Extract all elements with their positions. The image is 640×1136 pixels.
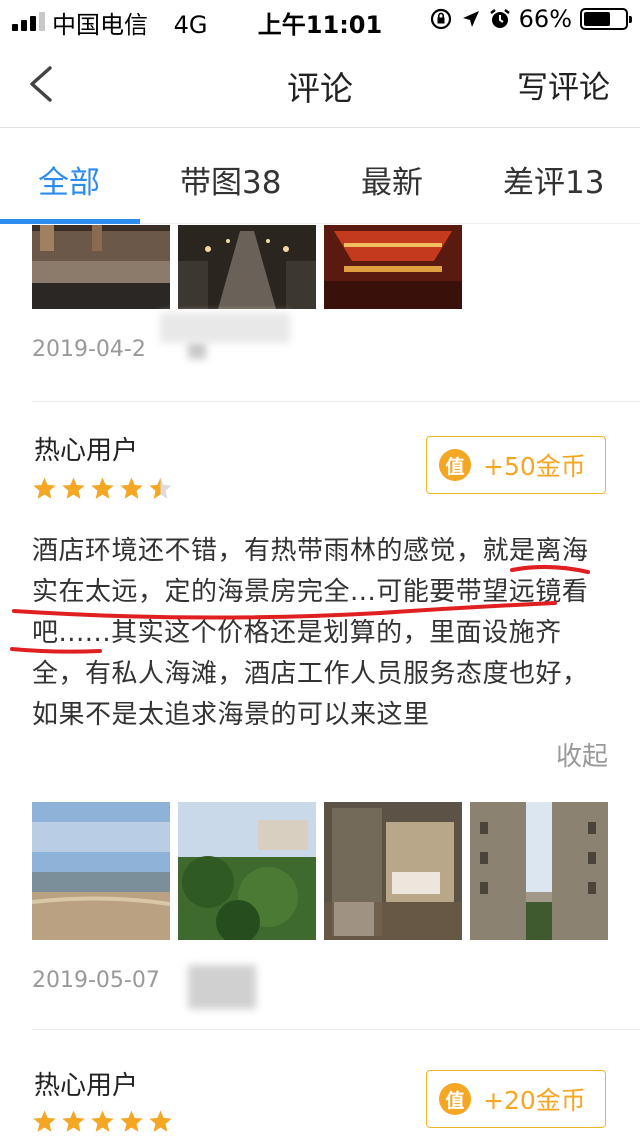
review-photo[interactable]: [324, 225, 462, 309]
star-icon: [120, 477, 143, 499]
star-icon: [149, 477, 172, 499]
battery-percent: 66%: [518, 5, 572, 33]
review-photo[interactable]: [178, 225, 316, 309]
blurred-region: [160, 313, 290, 343]
tab-negative[interactable]: 差评13: [503, 157, 604, 202]
filter-tabs: 全部 带图38 最新 差评13: [0, 129, 640, 224]
orientation-lock-icon: [430, 8, 451, 30]
review-photo[interactable]: [32, 802, 170, 940]
review-date: 2019-05-07: [32, 968, 160, 993]
coin-reward-badge[interactable]: 值 +20金币: [426, 1070, 606, 1128]
tab-with-photos[interactable]: 带图38: [180, 157, 281, 202]
review-text: 酒店环境还不错，有热带雨林的感觉，就是离海实在太远，定的海景房完全...可能要带…: [32, 536, 589, 730]
blurred-region: [188, 965, 256, 1009]
review-photo[interactable]: [324, 802, 462, 940]
star-icon: [62, 477, 85, 499]
review-photo[interactable]: [32, 225, 170, 309]
star-icon: [91, 1110, 114, 1132]
star-rating: [32, 476, 173, 501]
status-right: 66%: [429, 5, 632, 33]
location-arrow-icon: [462, 11, 479, 27]
star-icon: [149, 1110, 172, 1132]
review-divider: [32, 401, 640, 402]
status-bar: 中国电信 4G 上午11:01 66%: [0, 0, 640, 40]
review-photo-row: [32, 225, 462, 309]
review-list: 2019-04-2 热心用户 值 +50金币 酒店环境还不错，有热带雨林的感觉，…: [0, 225, 640, 1136]
star-icon: [62, 1110, 85, 1132]
alarm-clock-icon: [489, 9, 510, 28]
reviewer-name[interactable]: 热心用户: [34, 430, 138, 467]
coin-icon: 值: [439, 1083, 471, 1115]
tab-all[interactable]: 全部: [38, 157, 100, 202]
coin-icon: 值: [439, 449, 471, 481]
review-photo[interactable]: [470, 802, 608, 940]
review-divider: [32, 1029, 640, 1030]
coin-reward-amount: +50金币: [483, 452, 586, 481]
coin-reward-badge[interactable]: 值 +50金币: [426, 436, 606, 494]
star-icon: [33, 1110, 56, 1132]
star-rating: [32, 1109, 173, 1134]
star-icon: [120, 1110, 143, 1132]
collapse-button[interactable]: 收起: [556, 736, 608, 773]
battery-icon: [580, 8, 632, 30]
reviewer-name[interactable]: 热心用户: [34, 1065, 138, 1102]
star-icon: [91, 477, 114, 499]
star-icon: [33, 477, 56, 499]
nav-bar: 评论 写评论: [0, 40, 640, 128]
write-review-button[interactable]: 写评论: [517, 62, 610, 107]
active-tab-indicator: [0, 219, 140, 224]
battery-fill: [584, 12, 611, 26]
review-date: 2019-04-2: [32, 337, 146, 362]
coin-reward-amount: +20金币: [483, 1086, 586, 1115]
review-photo[interactable]: [178, 802, 316, 940]
review-photo-row: [32, 802, 608, 940]
blurred-region: [188, 341, 206, 359]
tab-latest[interactable]: 最新: [361, 157, 423, 202]
